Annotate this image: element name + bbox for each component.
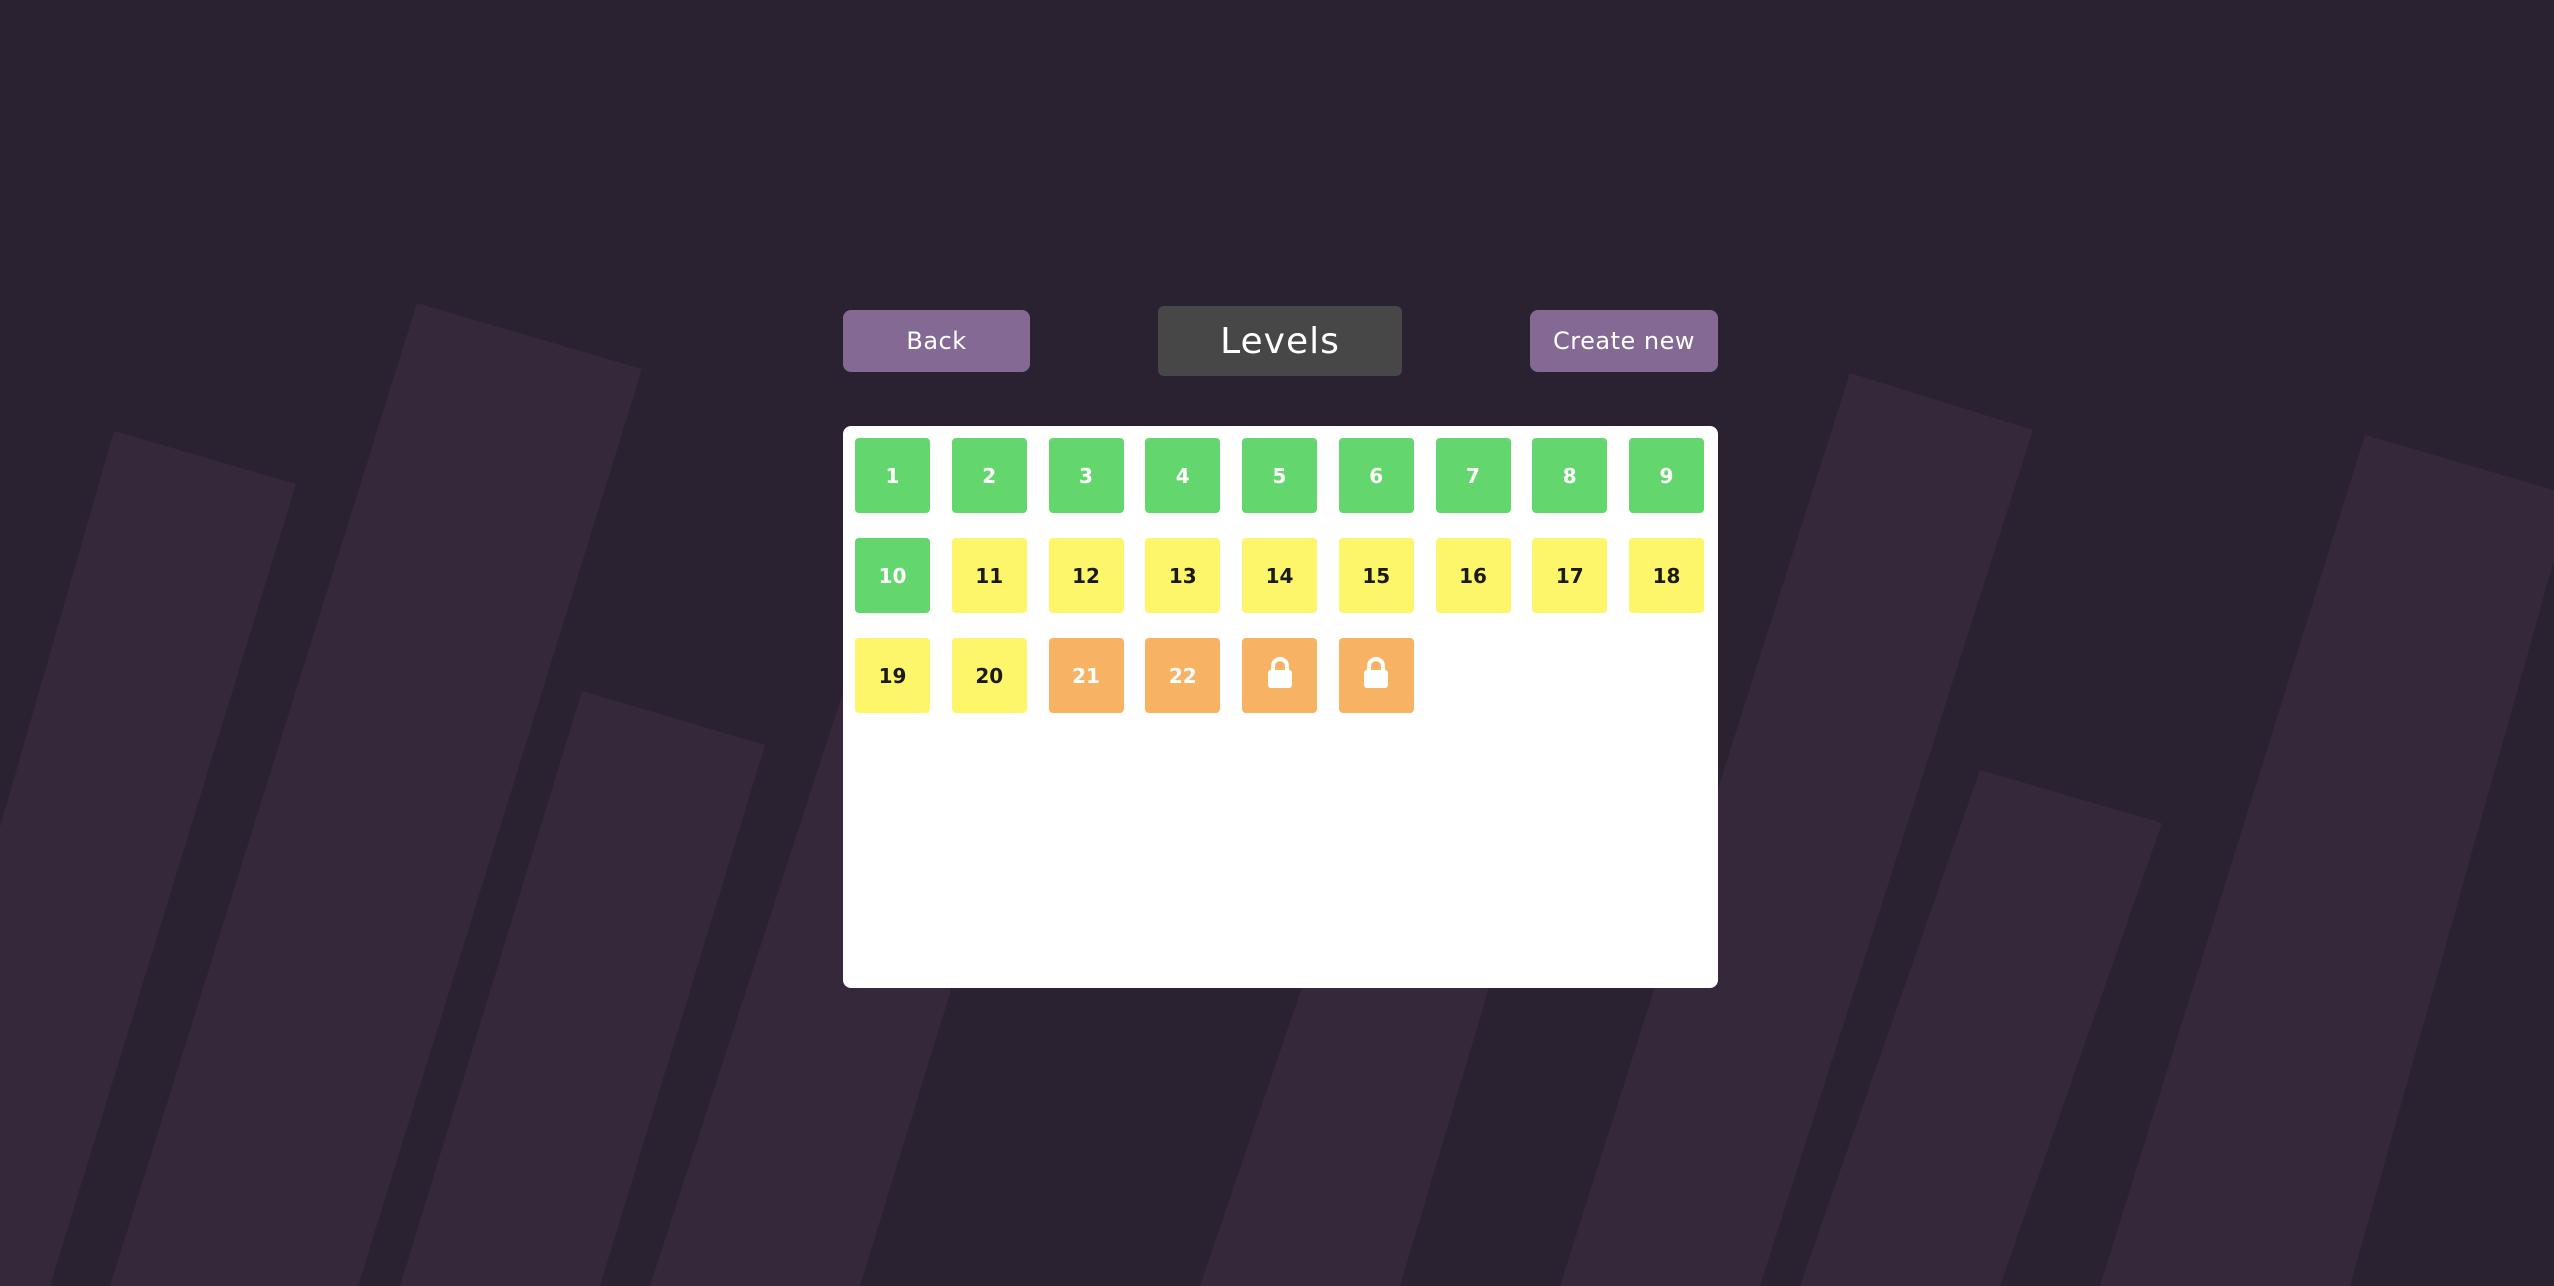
level-number: 10 <box>878 563 907 588</box>
level-number: 17 <box>1555 563 1584 588</box>
level-number: 7 <box>1466 463 1480 488</box>
create-new-button[interactable]: Create new <box>1530 310 1718 372</box>
level-number: 3 <box>1079 463 1093 488</box>
level-tile[interactable]: 9 <box>1629 438 1704 513</box>
level-number: 14 <box>1265 563 1294 588</box>
back-button[interactable]: Back <box>843 310 1030 372</box>
level-number: 6 <box>1369 463 1384 488</box>
level-tile[interactable]: 7 <box>1435 438 1511 513</box>
level-tile[interactable]: 21 <box>1048 638 1124 713</box>
level-number: 2 <box>982 463 997 488</box>
level-tile[interactable]: 22 <box>1145 638 1221 713</box>
level-tile-locked[interactable] <box>1242 638 1317 713</box>
page-title: Levels <box>1158 306 1402 376</box>
level-tile[interactable]: 13 <box>1145 538 1221 613</box>
level-number: 16 <box>1459 563 1487 588</box>
level-number: 1 <box>885 463 900 488</box>
level-tile[interactable]: 20 <box>951 638 1027 713</box>
level-tile[interactable]: 8 <box>1532 438 1608 513</box>
level-number: 4 <box>1175 463 1190 488</box>
level-number: 13 <box>1168 563 1197 588</box>
level-number: 11 <box>975 563 1004 588</box>
level-select-screen: Back Levels Create new 1 2 3 4 5 6 7 8 9 10 11 12 13… <box>0 0 2554 1286</box>
level-number: 15 <box>1362 563 1391 588</box>
level-tile[interactable]: 15 <box>1338 538 1414 613</box>
level-number: 20 <box>975 663 1004 688</box>
level-tile[interactable]: 2 <box>951 438 1027 513</box>
level-tile[interactable]: 12 <box>1048 538 1124 613</box>
level-tile[interactable]: 4 <box>1145 438 1221 513</box>
level-tile[interactable]: 6 <box>1338 438 1414 513</box>
lock-icon <box>1361 657 1391 694</box>
level-tile[interactable]: 16 <box>1435 538 1511 613</box>
level-number: 8 <box>1562 463 1577 488</box>
level-number: 5 <box>1272 463 1287 488</box>
level-number: 21 <box>1072 663 1100 688</box>
level-tile[interactable]: 18 <box>1629 538 1704 613</box>
level-number: 19 <box>878 663 907 688</box>
level-tile[interactable]: 11 <box>951 538 1027 613</box>
level-number: 18 <box>1652 563 1681 588</box>
level-number: 22 <box>1168 663 1197 688</box>
levels-panel: 1 2 3 4 5 6 7 8 9 10 11 12 13 14 15 16 17 18 19 20 21 22 <box>843 426 1718 988</box>
level-tile[interactable]: 17 <box>1532 538 1608 613</box>
lock-icon <box>1265 657 1295 694</box>
level-tile[interactable]: 1 <box>855 438 930 513</box>
level-tile[interactable]: 5 <box>1242 438 1317 513</box>
level-number: 12 <box>1072 563 1100 588</box>
level-tile[interactable]: 14 <box>1242 538 1317 613</box>
level-tile-locked[interactable] <box>1338 638 1414 713</box>
level-number: 9 <box>1659 463 1674 488</box>
level-tile[interactable]: 19 <box>855 638 930 713</box>
level-tile[interactable]: 10 <box>855 538 930 613</box>
levels-grid: 1 2 3 4 5 6 7 8 9 10 11 12 13 14 15 16 17 18 19 20 21 22 <box>855 438 1704 713</box>
level-tile[interactable]: 3 <box>1048 438 1124 513</box>
